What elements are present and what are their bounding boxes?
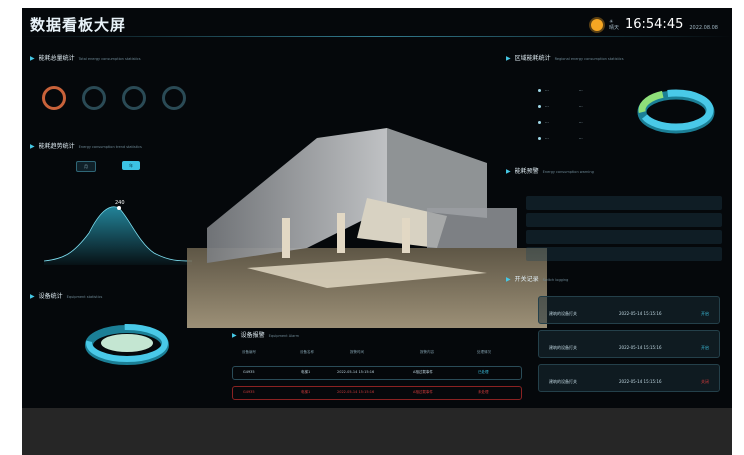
alarm-row[interactable]: G4935 电梯1 2022-05-14 15:15:16 A相过载事件 未处理 xyxy=(232,386,522,400)
trend-chart xyxy=(43,206,193,265)
equipment-donut xyxy=(85,324,169,365)
trend-toggle-2[interactable]: 年 xyxy=(122,161,140,170)
total-ring-3 xyxy=(122,86,146,110)
section-equipment: ▶ 设备统计 Equipment statistics xyxy=(30,293,103,300)
date-label: 2022.08.08 xyxy=(689,24,718,31)
region-row-4: ··· ··· xyxy=(538,136,583,141)
switch-log-item[interactable]: 建筑的设备打关 2022-05-14 15:15:16 开启 xyxy=(538,330,720,358)
trend-area xyxy=(44,206,192,265)
region-donut xyxy=(637,89,715,134)
dashboard-screen: 数据看板大屏 ☀ 晴天 16:54:45 2022.08.08 ▶ 能耗总量统计 To… xyxy=(22,8,732,408)
trend-toggle-1[interactable]: 月 xyxy=(76,161,96,172)
region-row-2: ··· ··· xyxy=(538,104,583,109)
region-row-3: ··· ··· xyxy=(538,120,583,125)
total-ring-4 xyxy=(162,86,186,110)
total-ring-1 xyxy=(42,86,66,110)
bottom-bar xyxy=(22,408,732,455)
header-status: ☀ 晴天 16:54:45 2022.08.08 xyxy=(590,17,718,32)
architecture-model-photo xyxy=(187,128,547,328)
clock: 16:54:45 xyxy=(624,17,684,32)
total-ring-2 xyxy=(82,86,106,110)
sun-icon xyxy=(590,18,603,31)
trend-peak-label: 240 xyxy=(115,200,125,206)
switch-log-item[interactable]: 建筑的设备打关 2022-05-14 15:15:16 开启 xyxy=(538,296,720,324)
equipment-alarm-panel: ▶ 设备报警 Equipment Alarm 设备编号 设备名称 报警时间 报警内容… xyxy=(232,330,528,408)
switch-log-item[interactable]: 建筑的设备打关 2022-05-14 15:15:16 关闭 xyxy=(538,364,720,392)
warning-row-2 xyxy=(526,213,722,227)
section-total-energy: ▶ 能耗总量统计 Total energy consumption statisti… xyxy=(30,55,141,62)
section-warning: ▶ 能耗预警 Energy consumption warning xyxy=(506,168,594,175)
page-title: 数据看板大屏 xyxy=(30,16,127,34)
section-switch-log: ▶ 开关记录 Switch logging xyxy=(506,276,569,283)
header-divider xyxy=(22,36,732,37)
weather-label: ☀ 晴天 xyxy=(608,18,619,31)
warning-row-1 xyxy=(526,196,722,210)
section-trend: ▶ 能耗趋势统计 Energy consumption trend statisti… xyxy=(30,143,142,150)
section-region: ▶ 区域能耗统计 Regional energy consumption stati… xyxy=(506,55,624,62)
trend-peak-point xyxy=(117,206,121,210)
region-row-1: ··· ··· xyxy=(538,88,583,93)
alarm-row[interactable]: G4935 电梯1 2022-05-14 15:15:16 A相过载事件 已处理 xyxy=(232,366,522,380)
section-alarm: ▶ 设备报警 Equipment Alarm xyxy=(232,332,300,339)
warning-row-3 xyxy=(526,230,722,244)
warning-row-4 xyxy=(526,247,722,261)
